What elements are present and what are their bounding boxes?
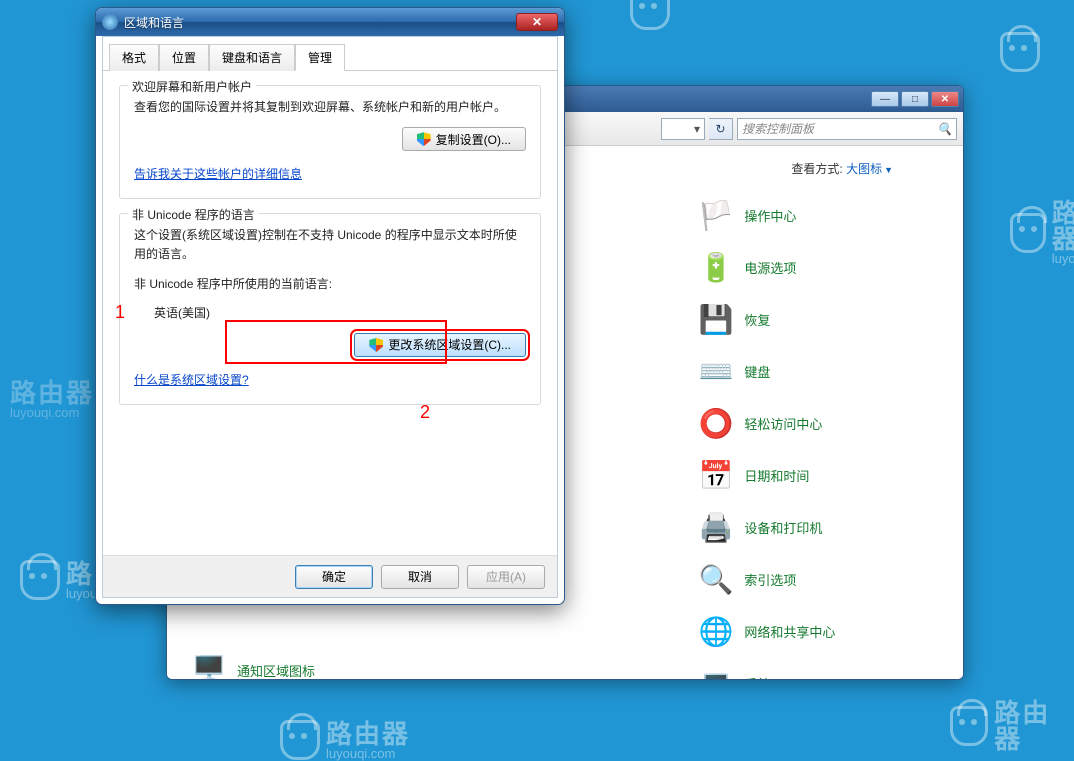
tab-bar: 格式 位置 键盘和语言 管理 [103,37,557,71]
ease-icon: ⭕ [698,405,734,441]
network-icon: 🌐 [698,613,734,649]
calendar-icon: 📅 [698,457,734,493]
items-column-1: 🖥️通知区域图标 📍位置和其他传感器 [187,644,417,679]
flag-icon: 🏳️ [698,197,734,233]
non-unicode-group: 非 Unicode 程序的语言 这个设置(系统区域设置)控制在不支持 Unico… [119,213,541,405]
tray-icon: 🖥️ [191,652,227,679]
item-ease-of-access[interactable]: ⭕轻松访问中心 [694,397,933,449]
group-title: 非 Unicode 程序的语言 [128,206,259,223]
current-language-value: 英语(美国) [134,304,526,323]
dialog-titlebar[interactable]: 区域和语言 ✕ [96,8,564,36]
battery-icon: 🔋 [698,249,734,285]
tab-format[interactable]: 格式 [109,44,159,71]
tab-administrative[interactable]: 管理 [295,44,345,71]
dialog-footer: 确定 取消 应用(A) [103,555,557,597]
cancel-button[interactable]: 取消 [381,565,459,589]
globe-icon [102,14,118,30]
shield-icon [369,338,383,352]
region-language-dialog: 区域和语言 ✕ 格式 位置 键盘和语言 管理 欢迎屏幕和新用户帐户 查看您的国际… [95,7,565,605]
group-title: 欢迎屏幕和新用户帐户 [128,78,256,95]
item-power-options[interactable]: 🔋电源选项 [694,241,933,293]
tab-content: 欢迎屏幕和新用户帐户 查看您的国际设置并将其复制到欢迎屏幕、系统帐户和新的用户帐… [103,71,557,433]
item-action-center[interactable]: 🏳️操作中心 [694,189,933,241]
welcome-screen-group: 欢迎屏幕和新用户帐户 查看您的国际设置并将其复制到欢迎屏幕、系统帐户和新的用户帐… [119,85,541,199]
dialog-close-button[interactable]: ✕ [516,13,558,31]
dialog-title: 区域和语言 [124,14,516,31]
recovery-icon: 💾 [698,301,734,337]
copy-settings-button[interactable]: 复制设置(O)... [402,127,526,151]
view-label: 查看方式: [791,162,842,176]
keyboard-icon: ⌨️ [698,353,734,389]
printer-icon: 🖨️ [698,509,734,545]
search-icon: 🔍 [698,561,734,597]
system-icon: 💻 [698,665,734,679]
items-column-3: 🏳️操作中心 🔋电源选项 💾恢复 ⌨️键盘 ⭕轻松访问中心 📅日期和时间 🖨️设… [694,189,933,679]
search-input[interactable]: 搜索控制面板🔍 [737,118,957,140]
apply-button[interactable]: 应用(A) [467,565,545,589]
what-is-locale-link[interactable]: 什么是系统区域设置? [134,373,249,387]
item-keyboard[interactable]: ⌨️键盘 [694,345,933,397]
search-icon: 🔍 [937,122,952,136]
item-system[interactable]: 💻系统 [694,657,933,679]
item-network-sharing[interactable]: 🌐网络和共享中心 [694,605,933,657]
item-notification-icons[interactable]: 🖥️通知区域图标 [187,644,417,679]
maximize-button[interactable]: □ [901,91,929,107]
address-dropdown[interactable]: ▾ [661,118,705,140]
close-button[interactable]: ✕ [931,91,959,107]
item-indexing[interactable]: 🔍索引选项 [694,553,933,605]
account-info-link[interactable]: 告诉我关于这些帐户的详细信息 [134,167,302,181]
item-recovery[interactable]: 💾恢复 [694,293,933,345]
tab-keyboards-languages[interactable]: 键盘和语言 [209,44,295,71]
change-system-locale-button[interactable]: 更改系统区域设置(C)... [354,333,526,357]
refresh-button[interactable]: ↻ [709,118,733,140]
group-description: 查看您的国际设置并将其复制到欢迎屏幕、系统帐户和新的用户帐户。 [134,98,526,117]
item-devices-printers[interactable]: 🖨️设备和打印机 [694,501,933,553]
ok-button[interactable]: 确定 [295,565,373,589]
minimize-button[interactable]: — [871,91,899,107]
group-description: 这个设置(系统区域设置)控制在不支持 Unicode 的程序中显示文本时所使用的… [134,226,526,264]
tab-location[interactable]: 位置 [159,44,209,71]
current-language-label: 非 Unicode 程序中所使用的当前语言: [134,275,526,294]
item-date-time[interactable]: 📅日期和时间 [694,449,933,501]
view-mode-link[interactable]: 大图标▼ [846,162,893,176]
dialog-body: 格式 位置 键盘和语言 管理 欢迎屏幕和新用户帐户 查看您的国际设置并将其复制到… [102,36,558,598]
shield-icon [417,132,431,146]
